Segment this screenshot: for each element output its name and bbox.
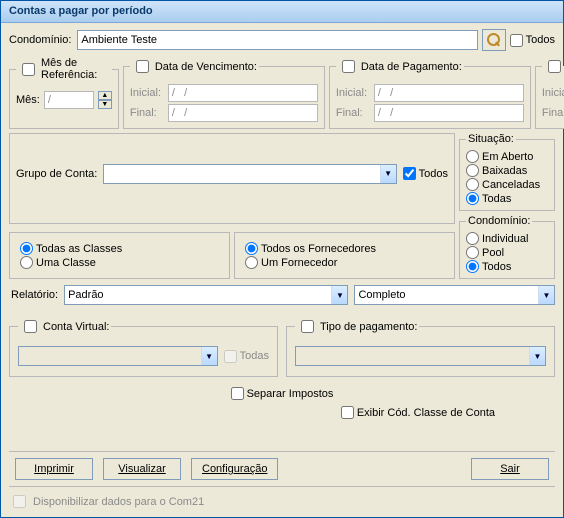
data-documento-group: Data do Documento: Inicial: Final:: [535, 57, 564, 129]
relatorio-value: Padrão: [68, 289, 103, 301]
forn-todos-radio[interactable]: Todos os Fornecedores: [245, 242, 444, 255]
grupo-conta-panel: Grupo de Conta: ▼ Todos: [9, 133, 455, 224]
venc-final-input[interactable]: [168, 104, 318, 122]
com21-checkbox: [13, 495, 26, 508]
conta-virtual-combo: ▼: [18, 346, 218, 366]
chevron-down-icon: ▼: [331, 286, 347, 304]
conta-virtual-legend: Conta Virtual:: [43, 321, 109, 333]
mes-referencia-legend: Mês de Referência:: [41, 57, 110, 81]
mid-row: Grupo de Conta: ▼ Todos Todas as C: [9, 133, 555, 279]
sair-button[interactable]: Sair: [471, 458, 549, 480]
grupo-conta-label: Grupo de Conta:: [16, 168, 97, 180]
forn-um-radio[interactable]: Um Fornecedor: [245, 256, 444, 269]
conta-virtual-group: Conta Virtual: ▼ Todas: [9, 317, 278, 377]
classes-forn-row: Todas as Classes Uma Classe Todos os For…: [9, 232, 455, 279]
imprimir-button[interactable]: Imprimir: [15, 458, 93, 480]
condominio-group-legend: Condomínio:: [466, 215, 532, 227]
chevron-down-icon: ▼: [529, 347, 545, 365]
situacao-group: Situação: Em Aberto Baixadas Canceladas …: [459, 133, 555, 211]
separar-impostos-checkbox[interactable]: Separar Impostos: [231, 387, 334, 400]
chevron-down-icon: ▼: [538, 286, 554, 304]
pag-inicial-label: Inicial:: [336, 87, 370, 99]
cond-todos-radio[interactable]: Todos: [466, 260, 548, 273]
fornecedores-group: Todos os Fornecedores Um Fornecedor: [234, 232, 455, 279]
conta-virtual-todas-checkbox: Todas: [224, 350, 269, 363]
condominio-row: Condomínio: Todos: [9, 29, 555, 51]
venc-inicial-input[interactable]: [168, 84, 318, 102]
visualizar-button[interactable]: Visualizar: [103, 458, 181, 480]
cond-pool-radio[interactable]: Pool: [466, 246, 548, 259]
mes-label: Mês:: [16, 94, 40, 106]
relatorio-label: Relatório:: [11, 289, 58, 301]
configuracao-button[interactable]: Configuração: [191, 458, 278, 480]
data-pagamento-legend: Data de Pagamento:: [361, 61, 462, 73]
pag-final-label: Final:: [336, 107, 370, 119]
date-filters-row: Mês de Referência: Mês: ▲ ▼ Data de Venc…: [9, 57, 555, 129]
search-icon: [487, 33, 501, 47]
window: Contas a pagar por período Condomínio: T…: [0, 0, 564, 518]
classes-uma-radio[interactable]: Uma Classe: [20, 256, 219, 269]
data-documento-enable-checkbox[interactable]: [548, 60, 561, 73]
mes-referencia-enable-checkbox[interactable]: [22, 63, 35, 76]
condominio-group: Condomínio: Individual Pool Todos: [459, 215, 555, 279]
relatorio-modo-value: Completo: [358, 289, 405, 301]
tipo-pagamento-combo: ▼: [295, 346, 546, 366]
tipo-pagamento-enable-checkbox[interactable]: [301, 320, 314, 333]
condominio-todos-label: Todos: [526, 34, 555, 46]
mes-input[interactable]: [44, 91, 94, 109]
condominio-todos-checkbox[interactable]: Todos: [510, 34, 555, 47]
relatorio-modo-combo[interactable]: Completo ▼: [354, 285, 555, 305]
pag-final-input[interactable]: [374, 104, 524, 122]
relatorio-combo[interactable]: Padrão ▼: [64, 285, 348, 305]
footer-row: Disponibilizar dados para o Com21: [9, 492, 555, 511]
condominio-label: Condomínio:: [9, 34, 71, 46]
chevron-up-icon[interactable]: ▲: [98, 91, 112, 100]
data-vencimento-enable-checkbox[interactable]: [136, 60, 149, 73]
condominio-input[interactable]: [77, 30, 477, 50]
cond-individual-radio[interactable]: Individual: [466, 232, 548, 245]
mes-referencia-group: Mês de Referência: Mês: ▲ ▼: [9, 57, 119, 129]
grupo-conta-todos-checkbox[interactable]: Todos: [403, 167, 448, 180]
lower-row: Conta Virtual: ▼ Todas Tipo de paga: [9, 317, 555, 377]
com21-label: Disponibilizar dados para o Com21: [33, 496, 204, 508]
grupo-conta-todos-input[interactable]: [403, 167, 416, 180]
data-vencimento-legend: Data de Vencimento:: [155, 61, 257, 73]
data-pagamento-enable-checkbox[interactable]: [342, 60, 355, 73]
tipo-pagamento-legend: Tipo de pagamento:: [320, 321, 417, 333]
data-pagamento-group: Data de Pagamento: Inicial: Final:: [329, 57, 531, 129]
situacao-canceladas-radio[interactable]: Canceladas: [466, 178, 548, 191]
venc-inicial-label: Inicial:: [130, 87, 164, 99]
side-panel: Situação: Em Aberto Baixadas Canceladas …: [459, 133, 555, 279]
window-body: Condomínio: Todos Mês de Referência: Mês…: [1, 23, 563, 425]
window-title: Contas a pagar por período: [9, 5, 153, 17]
search-button[interactable]: [482, 29, 506, 51]
grupo-conta-combo[interactable]: ▼: [103, 164, 396, 184]
classes-group: Todas as Classes Uma Classe: [9, 232, 230, 279]
condominio-todos-input[interactable]: [510, 34, 523, 47]
situacao-todas-radio[interactable]: Todas: [466, 192, 548, 205]
doc-inicial-label: Inicial:: [542, 87, 564, 99]
grupo-conta-todos-label: Todos: [419, 168, 448, 180]
situacao-aberto-radio[interactable]: Em Aberto: [466, 150, 548, 163]
doc-final-label: Final:: [542, 107, 564, 119]
situacao-baixadas-radio[interactable]: Baixadas: [466, 164, 548, 177]
button-bar: Imprimir Visualizar Configuração Sair: [9, 451, 555, 487]
title-bar: Contas a pagar por período: [1, 1, 563, 23]
tipo-pagamento-group: Tipo de pagamento: ▼: [286, 317, 555, 377]
data-vencimento-group: Data de Vencimento: Inicial: Final:: [123, 57, 325, 129]
situacao-legend: Situação:: [466, 133, 516, 145]
conta-virtual-enable-checkbox[interactable]: [24, 320, 37, 333]
chevron-down-icon: ▼: [201, 347, 217, 365]
chevron-down-icon: ▼: [380, 165, 396, 183]
venc-final-label: Final:: [130, 107, 164, 119]
mes-spinner[interactable]: ▲ ▼: [98, 91, 112, 109]
relatorio-row: Relatório: Padrão ▼ Completo ▼: [9, 285, 555, 305]
exibir-cod-row: Exibir Cód. Classe de Conta: [9, 406, 555, 419]
classes-todas-radio[interactable]: Todas as Classes: [20, 242, 219, 255]
separar-impostos-row: Separar Impostos: [9, 387, 555, 400]
pag-inicial-input[interactable]: [374, 84, 524, 102]
chevron-down-icon[interactable]: ▼: [98, 100, 112, 109]
exibir-cod-checkbox[interactable]: Exibir Cód. Classe de Conta: [341, 406, 495, 419]
